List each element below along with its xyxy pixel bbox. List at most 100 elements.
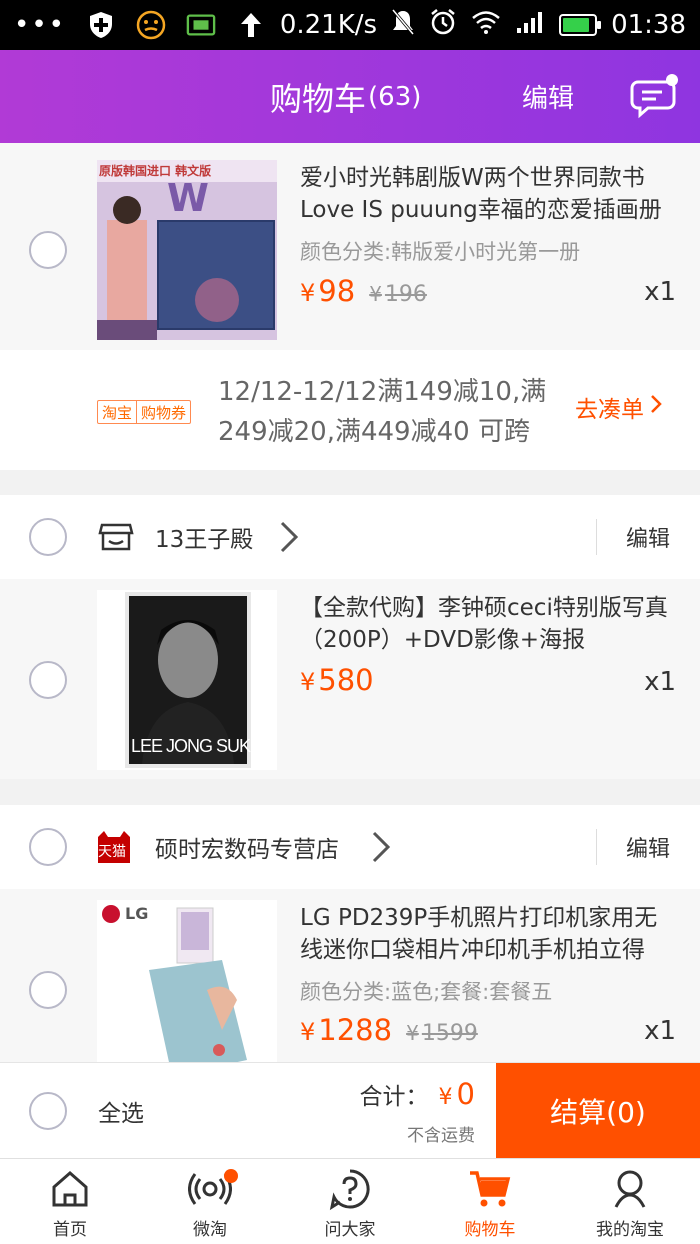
cart-count: (63) (368, 81, 422, 112)
product-quantity: x1 (644, 667, 676, 697)
cart-icon (470, 1171, 511, 1207)
shop-edit-button[interactable]: 编辑 (626, 495, 670, 579)
shop-name[interactable]: 硕时宏数码专营店 (155, 805, 339, 889)
currency-symbol: ¥ (300, 279, 316, 307)
cart-item[interactable]: LEE JONG SUK 【全款代购】李钟硕ceci特别版写真（200P）+DV… (0, 579, 700, 779)
shop-edit-button[interactable]: 编辑 (626, 805, 670, 889)
battery-icon (559, 14, 602, 36)
coupon-line: 12/12-12/12满149减10,满 (218, 377, 547, 407)
total-label: 合计： (359, 1084, 429, 1110)
thumb-letter: W (167, 176, 209, 220)
tab-cart[interactable]: 购物车 (420, 1159, 560, 1244)
message-icon[interactable] (630, 72, 680, 122)
product-variant[interactable]: 颜色分类:韩版爱小时光第一册 (300, 236, 580, 266)
product-quantity: x1 (644, 1016, 676, 1046)
chevron-right-icon[interactable] (370, 829, 392, 865)
tab-label: 首页 (53, 1220, 87, 1240)
tab-weitao[interactable]: 微淘 (140, 1159, 280, 1244)
original-price-value: 196 (384, 282, 427, 307)
checkout-button[interactable]: 结算(0) (496, 1063, 700, 1159)
original-price: ¥1599 (406, 1021, 478, 1046)
total-amount: 0 (456, 1077, 475, 1111)
more-dots-icon: ••• (14, 10, 67, 40)
product-title[interactable]: 【全款代购】李钟硕ceci特别版写真（200P）+DVD影像+海报 (300, 592, 680, 656)
store-icon (98, 517, 134, 557)
checkout-bar: 全选 合计： ¥ 0 不含运费 结算(0) (0, 1062, 700, 1159)
coupon-badge-left: 淘宝 (102, 403, 133, 422)
price-value: 1288 (318, 1013, 393, 1047)
coupon-badge-right: 购物券 (136, 401, 190, 423)
tab-label: 微淘 (193, 1220, 227, 1240)
item-select-radio[interactable] (29, 661, 67, 699)
tab-label: 购物车 (464, 1220, 516, 1240)
item-select-radio[interactable] (29, 971, 67, 1009)
currency-symbol: ¥ (438, 1085, 453, 1110)
home-icon (52, 1171, 88, 1207)
chevron-right-icon (650, 394, 662, 420)
price-value: 580 (318, 663, 374, 697)
product-variant[interactable]: 颜色分类:蓝色;套餐:套餐五 (300, 976, 552, 1006)
notification-dot (224, 1169, 238, 1183)
coupon-line: 249减20,满449减40 可跨 (218, 417, 530, 447)
shop-select-radio[interactable] (29, 828, 67, 866)
upload-arrow-icon (236, 10, 266, 40)
select-all-label[interactable]: 全选 (98, 1063, 144, 1159)
product-image-photobook[interactable]: LEE JONG SUK (97, 590, 277, 770)
shop-select-radio[interactable] (29, 518, 67, 556)
cart-header: 购物车 (63) 编辑 (0, 50, 700, 143)
edit-button[interactable]: 编辑 (522, 50, 574, 143)
tab-ask[interactable]: 问大家 (280, 1159, 420, 1244)
divider (596, 519, 597, 555)
thumb-brand-text: LG (125, 904, 149, 923)
clock: 01:38 (611, 10, 686, 40)
product-title[interactable]: 爱小时光韩剧版W两个世界同款书Love IS puuung幸福的恋爱插画册 (300, 162, 680, 226)
product-price: ¥ 1288 ¥1599 (300, 1013, 478, 1047)
product-image-photo-printer[interactable]: LG (97, 900, 277, 1062)
coupon-text: 12/12-12/12满149减10,满 249减20,满449减40 可跨 (218, 372, 558, 452)
alarm-icon (429, 8, 457, 43)
status-bar: ••• 0.21K/s 01:38 (0, 0, 700, 50)
emoji-icon (136, 10, 166, 40)
select-all-radio[interactable] (29, 1092, 67, 1130)
item-select-radio[interactable] (29, 231, 67, 269)
chevron-right-icon[interactable] (278, 519, 300, 555)
product-title[interactable]: LG PD239P手机照片打印机家用无线迷你口袋相片冲印机手机拍立得 (300, 902, 680, 966)
bottom-tab-bar: 首页 微淘 问大家 购物车 我的淘宝 (0, 1158, 700, 1244)
product-price: ¥ 98 ¥196 (300, 274, 427, 308)
tab-label: 问大家 (324, 1220, 376, 1240)
page-title-text: 购物车 (270, 79, 367, 118)
tmall-icon: 天猫 (96, 831, 132, 863)
cart-item[interactable]: LG LG PD239P手机照片打印机家用无线迷你口袋相片冲印机手机拍立得 颜色… (0, 889, 700, 1062)
battery-saver-icon (186, 10, 216, 40)
tab-home[interactable]: 首页 (0, 1159, 140, 1244)
original-price-value: 1599 (421, 1021, 478, 1046)
currency-symbol: ¥ (406, 1021, 419, 1045)
currency-symbol: ¥ (300, 668, 316, 696)
signal-icon (515, 10, 545, 41)
cart-item[interactable]: 原版韩国进口 韩文版 W 爱小时光韩剧版W两个世界同款书Love IS puuu… (0, 143, 700, 350)
total-price: 合计： ¥ 0 (360, 1077, 475, 1111)
product-price: ¥ 580 (300, 663, 374, 697)
shield-icon (86, 10, 116, 40)
product-quantity: x1 (644, 277, 676, 307)
product-image-w-book[interactable]: 原版韩国进口 韩文版 W (97, 160, 277, 340)
page-title: 购物车 (63) (270, 50, 421, 143)
currency-symbol: ¥ (369, 282, 382, 306)
thumb-caption: LEE JONG SUK (131, 736, 251, 756)
tab-label: 我的淘宝 (596, 1220, 664, 1240)
shop-header[interactable]: 13王子殿 编辑 (0, 495, 700, 579)
tab-my-taobao[interactable]: 我的淘宝 (560, 1159, 700, 1244)
taobao-coupon-badge: 淘宝 购物券 (97, 400, 192, 424)
network-speed: 0.21K/s (279, 10, 378, 40)
mute-icon (391, 8, 415, 43)
profile-icon (614, 1170, 646, 1208)
shop-name[interactable]: 13王子殿 (155, 495, 253, 579)
wifi-icon (471, 10, 501, 41)
currency-symbol: ¥ (300, 1018, 316, 1046)
go-add-items-label: 去凑单 (575, 397, 644, 423)
original-price: ¥196 (369, 282, 427, 307)
go-add-items-link[interactable]: 去凑单 (575, 390, 662, 424)
shipping-note: 不含运费 (407, 1126, 475, 1146)
shop-header[interactable]: 天猫 硕时宏数码专营店 编辑 (0, 805, 700, 889)
price-value: 98 (318, 274, 356, 308)
